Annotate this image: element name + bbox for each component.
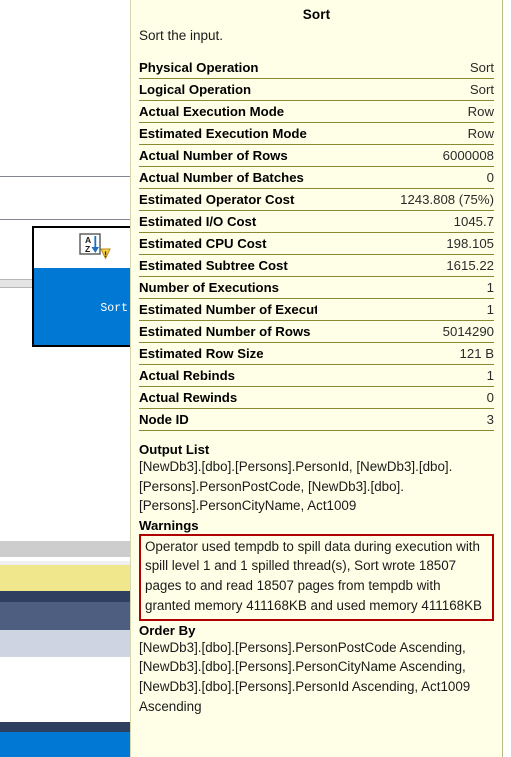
- property-value: Sort: [316, 78, 494, 101]
- property-key: Actual Number of Rows: [139, 144, 317, 167]
- tooltip-description: Sort the input.: [139, 28, 224, 43]
- warnings-box: Operator used tempdb to spill data durin…: [139, 533, 494, 621]
- property-key: Estimated Row Size: [139, 342, 317, 365]
- property-value: 1: [316, 276, 494, 299]
- tooltip-property-row: Actual Number of Rows 6000008: [139, 144, 494, 167]
- property-value: 1243.808 (75%): [316, 188, 494, 211]
- tooltip-properties-table: Physical Operation Sort Logical Operation S…: [139, 57, 494, 431]
- results-grid-header-band: [0, 541, 130, 557]
- tooltip-property-row: Physical Operation Sort: [139, 57, 494, 79]
- property-value: 198.105: [316, 232, 494, 255]
- results-grid-yellow-row: [0, 565, 130, 591]
- warning-triangle-icon: [100, 248, 111, 260]
- plan-sort-operator-node[interactable]: A Z Sort Cost: 75 0:01:43 6000008 o 5014…: [32, 226, 132, 347]
- property-key: Estimated CPU Cost: [139, 232, 317, 255]
- plan-node-line-1: Sort: [100, 302, 128, 315]
- tooltip-property-row: Estimated Number of Rows 5014290: [139, 320, 494, 343]
- results-grid-dark-navy-row: [0, 591, 130, 602]
- property-value: 1: [316, 298, 494, 321]
- tooltip-property-row: Actual Rebinds 1: [139, 364, 494, 387]
- query-line-1: o the batch):: [0, 217, 131, 219]
- property-key: Actual Rewinds: [139, 386, 317, 409]
- property-key: Estimated I/O Cost: [139, 210, 317, 233]
- warnings-body: Operator used tempdb to spill data durin…: [145, 538, 482, 613]
- tooltip-property-row: Number of Executions 1: [139, 276, 494, 299]
- property-key: Estimated Number of Executions: [139, 298, 317, 321]
- property-value: 5014290: [316, 320, 494, 343]
- property-value: Row: [316, 122, 494, 145]
- tooltip-property-row: Estimated CPU Cost 198.105: [139, 232, 494, 255]
- tooltip-property-row: Actual Number of Batches 0: [139, 166, 494, 189]
- property-value: 121 B: [316, 342, 494, 365]
- status-bar-navy: [0, 722, 130, 732]
- property-key: Number of Executions: [139, 276, 317, 299]
- warnings-heading: Warnings: [139, 517, 199, 533]
- property-value: Sort: [316, 57, 494, 79]
- tooltip-property-row: Estimated I/O Cost 1045.7: [139, 210, 494, 233]
- order-by-body: [NewDb3].[dbo].[Persons].PersonPostCode …: [139, 639, 471, 715]
- property-key: Logical Operation: [139, 78, 317, 101]
- sort-az-icon: A Z: [77, 232, 111, 266]
- results-grid-slate-row: [0, 602, 130, 630]
- tooltip-property-row: Estimated Operator Cost 1243.808 (75%): [139, 188, 494, 211]
- property-value: 1615.22: [316, 254, 494, 277]
- tooltip-property-row: Estimated Subtree Cost 1615.22: [139, 254, 494, 277]
- property-key: Estimated Subtree Cost: [139, 254, 317, 277]
- property-key: Physical Operation: [139, 57, 317, 79]
- output-list-body: [NewDb3].[dbo].[Persons].PersonId, [NewD…: [139, 459, 453, 513]
- property-key: Estimated Number of Rows: [139, 320, 317, 343]
- output-list-heading: Output List: [139, 442, 210, 457]
- property-key: Actual Number of Batches: [139, 166, 317, 189]
- property-value: 6000008: [316, 144, 494, 167]
- property-key: Estimated Execution Mode: [139, 122, 317, 145]
- property-value: Row: [316, 100, 494, 123]
- tooltip-property-row: Actual Rewinds 0: [139, 386, 494, 409]
- property-value: 0: [316, 166, 494, 189]
- query-editor-text-fragment: o the batch): onCityName=Ac: [0, 176, 131, 220]
- tooltip-property-row: Estimated Row Size 121 B: [139, 342, 494, 365]
- svg-text:Z: Z: [85, 244, 90, 254]
- operator-tooltip-panel: Sort Sort the input. Physical Operation S…: [130, 0, 503, 757]
- tooltip-title: Sort: [302, 7, 331, 22]
- property-value: 0: [316, 386, 494, 409]
- property-value: 3: [316, 408, 494, 431]
- property-key: Actual Rebinds: [139, 364, 317, 387]
- property-key: Actual Execution Mode: [139, 100, 317, 123]
- tooltip-property-row: Estimated Number of Executions1: [139, 298, 494, 321]
- results-grid-pale-blue-row: [0, 630, 130, 657]
- property-value: 1045.7: [316, 210, 494, 233]
- property-key: Estimated Operator Cost: [139, 188, 317, 211]
- order-by-heading: Order By: [139, 622, 196, 638]
- tooltip-property-row: Actual Execution Mode Row: [139, 100, 494, 123]
- status-bar-blue: [0, 732, 130, 757]
- property-key: Node ID: [139, 408, 317, 431]
- tooltip-property-row: Logical Operation Sort: [139, 78, 494, 101]
- property-value: 1: [316, 364, 494, 387]
- tooltip-property-row: Estimated Execution Mode Row: [139, 122, 494, 145]
- tooltip-property-row: Node ID 3: [139, 408, 494, 431]
- plan-sort-node-labels: Sort Cost: 75 0:01:43 6000008 o 5014290 …: [34, 268, 130, 345]
